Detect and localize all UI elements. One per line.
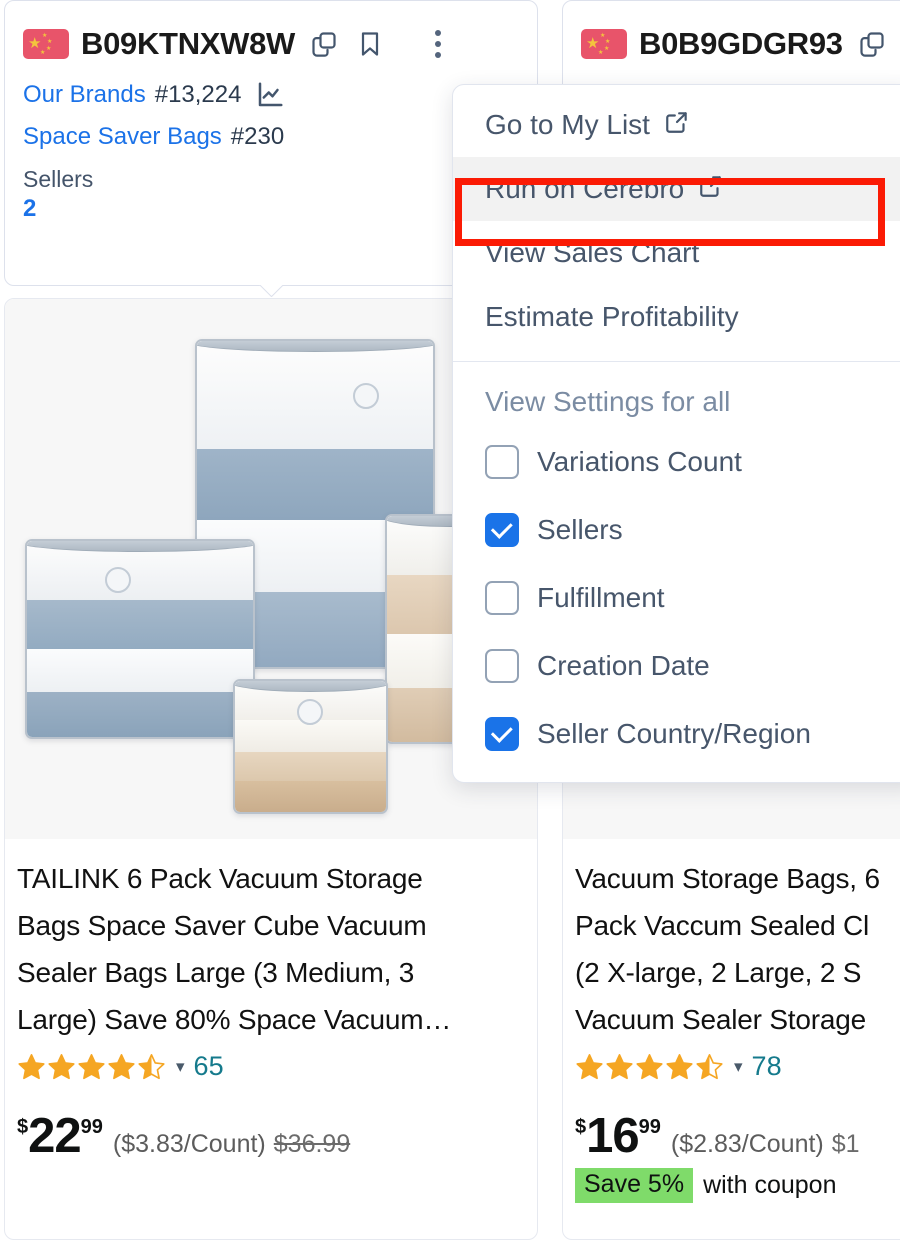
- rating-row: ▾ 65: [17, 1051, 525, 1082]
- china-flag-icon: ★ ★ ★ ★ ★: [581, 29, 627, 59]
- review-count[interactable]: 65: [194, 1051, 224, 1082]
- unit-price: ($2.83/Count): [670, 1130, 824, 1159]
- context-menu: Go to My List Run on Cerebro View Sales …: [452, 84, 900, 783]
- review-count[interactable]: 78: [752, 1051, 782, 1082]
- checkbox-label: Sellers: [537, 514, 623, 545]
- checkbox-label: Variations Count: [537, 446, 742, 477]
- checkbox-item-variations-count[interactable]: Variations Count: [453, 428, 900, 496]
- view-settings-heading: View Settings for all: [485, 386, 731, 417]
- checkbox-item-creation-date[interactable]: Creation Date: [453, 632, 900, 700]
- checkbox-item-seller-country-region[interactable]: Seller Country/Region: [453, 700, 900, 768]
- menu-item-view-sales-chart[interactable]: View Sales Chart: [453, 221, 900, 285]
- chevron-down-icon[interactable]: ▾: [176, 1057, 185, 1077]
- currency-symbol: $: [575, 1116, 587, 1139]
- checkbox-sellers[interactable]: [485, 513, 519, 547]
- brand-link[interactable]: Our Brands: [23, 81, 146, 109]
- china-flag-icon: ★ ★ ★ ★ ★: [23, 29, 69, 59]
- external-link-icon: [664, 109, 690, 142]
- menu-item-label: Estimate Profitability: [485, 301, 739, 332]
- more-vertical-icon[interactable]: [421, 27, 455, 61]
- star-rating[interactable]: [17, 1053, 166, 1081]
- external-link-icon: [698, 173, 724, 206]
- menu-item-estimate-profitability[interactable]: Estimate Profitability: [453, 285, 900, 349]
- coupon-text: with coupon: [703, 1171, 837, 1200]
- price-row: $ 16 99 ($2.83/Count) $1: [575, 1108, 900, 1164]
- price-whole: 22: [28, 1109, 82, 1164]
- vacuum-bag-illustration: [233, 679, 388, 814]
- price-fraction: 99: [638, 1116, 661, 1139]
- menu-item-label: View Sales Chart: [485, 237, 700, 268]
- checkbox-seller-country-region[interactable]: [485, 717, 519, 751]
- sellers-label: Sellers: [23, 166, 94, 192]
- copy-icon[interactable]: [855, 27, 889, 61]
- asin-header-row: ★ ★ ★ ★ ★ B0B9GDGR93: [581, 21, 900, 67]
- checkbox-item-fulfillment[interactable]: Fulfillment: [453, 564, 900, 632]
- line-chart-icon[interactable]: [254, 80, 286, 110]
- coupon-row: Save 5% with coupon: [575, 1168, 900, 1204]
- asin-text[interactable]: B09KTNXW8W: [81, 26, 295, 62]
- checkbox-item-sellers[interactable]: Sellers: [453, 496, 900, 564]
- sellers-count[interactable]: 2: [23, 195, 519, 223]
- product-info: TAILINK 6 Pack Vacuum Storage Bags Space…: [5, 839, 537, 1164]
- list-price: $1: [831, 1130, 860, 1159]
- checkbox-label: Seller Country/Region: [537, 718, 811, 749]
- checkbox-creation-date[interactable]: [485, 649, 519, 683]
- bookmark-icon[interactable]: [353, 27, 387, 61]
- category-rank-row: Space Saver Bags #230: [23, 123, 519, 151]
- menu-item-label: Run on Cerebro: [485, 173, 685, 204]
- asin-text[interactable]: B0B9GDGR93: [639, 26, 843, 62]
- currency-symbol: $: [17, 1116, 29, 1139]
- brand-rank: #13,224: [154, 81, 242, 108]
- price-whole: 16: [586, 1109, 640, 1164]
- chevron-down-icon[interactable]: ▾: [734, 1057, 743, 1077]
- copy-icon[interactable]: [307, 27, 341, 61]
- menu-item-go-to-my-list[interactable]: Go to My List: [453, 93, 900, 157]
- card-notch: [259, 285, 283, 297]
- checkbox-label: Creation Date: [537, 650, 710, 681]
- rating-row: ▾ 78: [575, 1051, 900, 1082]
- screen: ★ ★ ★ ★ ★ B09KTNXW8W Our Brands #13,224 …: [0, 0, 900, 1252]
- vacuum-bag-illustration: [25, 539, 255, 739]
- price-fraction: 99: [80, 1116, 103, 1139]
- asin-header-row: ★ ★ ★ ★ ★ B09KTNXW8W: [23, 21, 519, 67]
- list-price: $36.99: [273, 1130, 351, 1159]
- checkbox-variations-count[interactable]: [485, 445, 519, 479]
- checkbox-fulfillment[interactable]: [485, 581, 519, 615]
- product-title[interactable]: TAILINK 6 Pack Vacuum Storage Bags Space…: [17, 855, 525, 1043]
- checkbox-label: Fulfillment: [537, 582, 665, 613]
- product-title[interactable]: Vacuum Storage Bags, 6 Pack Vaccum Seale…: [575, 855, 900, 1043]
- menu-item-run-on-cerebro[interactable]: Run on Cerebro: [453, 157, 900, 221]
- coupon-badge[interactable]: Save 5%: [575, 1168, 694, 1204]
- star-rating[interactable]: [575, 1053, 724, 1081]
- unit-price: ($3.83/Count): [112, 1130, 266, 1159]
- brand-rank-row: Our Brands #13,224: [23, 80, 519, 110]
- menu-divider: [453, 361, 900, 362]
- category-rank: #230: [230, 123, 285, 150]
- menu-item-label: Go to My List: [485, 109, 650, 140]
- price-row: $ 22 99 ($3.83/Count) $36.99: [17, 1108, 525, 1164]
- category-link[interactable]: Space Saver Bags: [23, 123, 222, 151]
- product-info: Vacuum Storage Bags, 6 Pack Vaccum Seale…: [563, 839, 900, 1204]
